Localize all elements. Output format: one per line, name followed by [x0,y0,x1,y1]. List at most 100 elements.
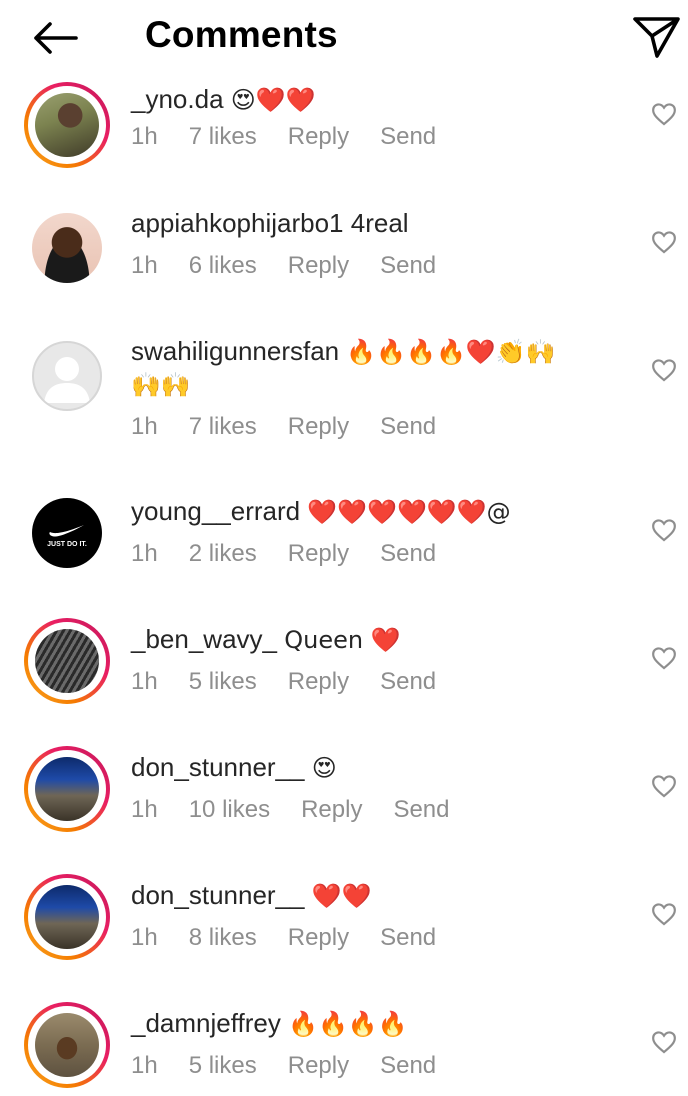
send-button[interactable]: Send [380,1052,436,1080]
comment-username[interactable]: _ben_wavy_ [131,624,277,654]
send-button[interactable]: Send [380,540,436,568]
comment-username[interactable]: don_stunner__ [131,880,304,910]
comment-item: JUST DO IT. young__errard ❤️❤️❤️❤️❤️❤️@ … [0,476,688,604]
comment-time: 1h [131,123,158,150]
comment-likes[interactable]: 6 likes [189,252,257,280]
comment-body-continued: 🙌🙌 [131,371,191,399]
comment-item: _ben_wavy_ Queen ❤️ 1h 5 likes Reply Sen… [0,604,688,732]
comment-meta: 1h 8 likes Reply Send [131,921,467,955]
reply-button[interactable]: Reply [288,668,349,696]
comment-text: don_stunner__ ❤️❤️ [131,878,621,913]
comment-username[interactable]: _damnjeffrey [131,1008,281,1038]
comment-body: 🔥🔥🔥🔥❤️👏🙌 [346,338,556,366]
comment-time: 1h [131,252,158,279]
comment-likes[interactable]: 2 likes [189,540,257,568]
comment-username[interactable]: swahiligunnersfan [131,336,339,366]
heart-outline-icon[interactable] [651,774,677,798]
comment-likes[interactable]: 5 likes [189,668,257,696]
reply-button[interactable]: Reply [288,252,349,280]
comment-text: _yno.da 😍❤️❤️ [131,82,621,117]
comment-item: don_stunner__ ❤️❤️ 1h 8 likes Reply Send [0,860,688,988]
avatar-story-ring[interactable] [24,618,110,704]
comment-text: _ben_wavy_ Queen ❤️ [131,622,621,657]
comment-text: young__errard ❤️❤️❤️❤️❤️❤️@ [131,494,621,529]
reply-button[interactable]: Reply [288,123,349,151]
reply-button[interactable]: Reply [288,413,349,441]
avatar-slogan: JUST DO IT. [47,541,87,548]
comment-meta: 1h 7 likes Reply Send [131,410,467,444]
comment-likes[interactable]: 5 likes [189,1052,257,1080]
send-button[interactable]: Send [393,796,449,824]
comment-likes[interactable]: 8 likes [189,924,257,952]
avatar-story-ring[interactable] [24,746,110,832]
comment-username[interactable]: _yno.da [131,84,224,114]
avatar [35,757,99,821]
comment-meta: 1h 5 likes Reply Send [131,665,467,699]
comment-time: 1h [131,668,158,695]
comment-body: 4real [350,208,409,238]
comment-item: don_stunner__ 😍 1h 10 likes Reply Send [0,732,688,860]
comment-text: appiahkophijarbo1 4real [131,206,621,240]
comment-username[interactable]: don_stunner__ [131,752,304,782]
send-button[interactable]: Send [380,252,436,280]
comment-body: Queen ❤️ [284,626,401,654]
comment-text: don_stunner__ 😍 [131,750,621,785]
send-button[interactable]: Send [380,413,436,441]
heart-outline-icon[interactable] [651,358,677,382]
comment-username[interactable]: young__errard [131,496,300,526]
avatar [35,93,99,157]
comment-meta: 1h 7 likes Reply Send [131,120,467,154]
comment-body: 😍❤️❤️ [230,86,316,114]
comment-text: _damnjeffrey 🔥🔥🔥🔥 [131,1006,621,1041]
top-app-bar: Comments [0,0,688,80]
page-title: Comments [145,14,338,55]
comment-item: _damnjeffrey 🔥🔥🔥🔥 1h 5 likes Reply Send [0,988,688,1096]
comments-list: _yno.da 😍❤️❤️ 1h 7 likes Reply Send appi… [0,0,688,1096]
reply-button[interactable]: Reply [288,1052,349,1080]
comment-text: swahiligunnersfan 🔥🔥🔥🔥❤️👏🙌 [131,334,621,369]
avatar [35,629,99,693]
heart-outline-icon[interactable] [651,102,677,126]
avatar-story-ring[interactable] [24,82,110,168]
avatar [35,1013,99,1077]
default-avatar-icon [32,341,102,411]
comment-body: ❤️❤️ [311,882,372,910]
avatar-story-ring[interactable] [24,1002,110,1088]
avatar: JUST DO IT. [32,498,102,568]
comment-username[interactable]: appiahkophijarbo1 [131,208,344,238]
heart-outline-icon[interactable] [651,646,677,670]
heart-outline-icon[interactable] [651,1030,677,1054]
send-button[interactable]: Send [380,924,436,952]
comment-body: ❤️❤️❤️❤️❤️❤️@ [307,498,511,526]
avatar [32,213,102,283]
send-button[interactable]: Send [380,668,436,696]
comment-likes[interactable]: 10 likes [189,796,270,824]
avatar-story-ring[interactable] [24,874,110,960]
comment-time: 1h [131,924,158,951]
send-button[interactable]: Send [380,123,436,151]
comment-meta: 1h 10 likes Reply Send [131,793,481,827]
avatar-container[interactable]: JUST DO IT. [24,490,110,576]
avatar-container[interactable] [24,333,110,419]
heart-outline-icon[interactable] [651,230,677,254]
comment-item: swahiligunnersfan 🔥🔥🔥🔥❤️👏🙌 🙌🙌 1h 7 likes… [0,316,688,444]
swoosh-logo-icon: JUST DO IT. [47,525,87,548]
paper-plane-icon[interactable] [630,14,682,60]
comment-body: 😍 [311,754,337,782]
avatar [35,885,99,949]
comment-meta: 1h 5 likes Reply Send [131,1049,467,1083]
comment-likes[interactable]: 7 likes [189,413,257,441]
comment-time: 1h [131,1052,158,1079]
arrow-left-icon[interactable] [28,18,84,58]
heart-outline-icon[interactable] [651,518,677,542]
heart-outline-icon[interactable] [651,902,677,926]
comment-time: 1h [131,796,158,823]
reply-button[interactable]: Reply [301,796,362,824]
reply-button[interactable]: Reply [288,924,349,952]
comment-meta: 1h 2 likes Reply Send [131,537,467,571]
reply-button[interactable]: Reply [288,540,349,568]
comment-meta: 1h 6 likes Reply Send [131,249,467,283]
comment-item: appiahkophijarbo1 4real 1h 6 likes Reply… [0,188,688,316]
avatar-container[interactable] [24,205,110,291]
comment-likes[interactable]: 7 likes [189,123,257,151]
